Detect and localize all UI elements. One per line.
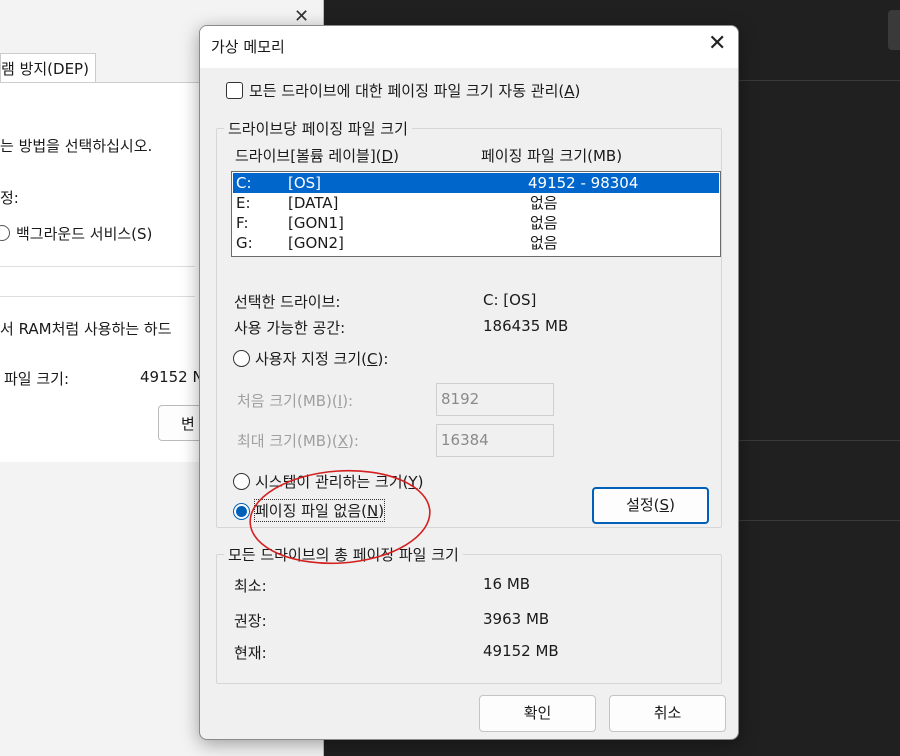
tab-dep[interactable]: 램 방지(DEP): [0, 53, 96, 83]
list-item[interactable]: E: [DATA] 없음: [233, 193, 719, 213]
divider: [730, 520, 900, 521]
cancel-button[interactable]: 취소: [609, 695, 726, 732]
list-item[interactable]: C: [OS] 49152 - 98304: [233, 173, 719, 193]
free-space-label: 사용 가능한 공간:: [234, 319, 346, 337]
max-size-input[interactable]: 16384: [436, 424, 554, 457]
background-panel-edge: [888, 10, 900, 50]
column-header-size: 페이징 파일 크기(MB): [481, 147, 623, 165]
paging-file-size-value: 49152 N: [140, 368, 204, 386]
currently-allocated-label: 현재:: [234, 644, 267, 662]
free-space-value: 186435 MB: [483, 317, 569, 335]
total-paging-group: [216, 554, 722, 684]
list-item[interactable]: G: [GON2] 없음: [233, 233, 719, 253]
auto-manage-checkbox[interactable]: [226, 82, 243, 99]
ok-button[interactable]: 확인: [479, 695, 596, 732]
dialog-title: 가상 메모리: [211, 38, 285, 56]
divider: [730, 440, 900, 441]
list-item[interactable]: F: [GON1] 없음: [233, 213, 719, 233]
divider: [0, 296, 195, 297]
custom-size-label[interactable]: 사용자 지정 크기(C):: [255, 348, 388, 369]
custom-size-radio[interactable]: [233, 350, 250, 367]
drive-list[interactable]: C: [OS] 49152 - 98304 E: [DATA] 없음 F: [G…: [231, 171, 721, 257]
divider: [730, 80, 900, 81]
close-icon[interactable]: ✕: [294, 6, 309, 27]
initial-size-label: 처음 크기(MB)(I):: [237, 392, 354, 410]
close-icon[interactable]: ✕: [708, 33, 726, 55]
minimum-value: 16 MB: [483, 575, 531, 593]
max-size-label: 최대 크기(MB)(X):: [237, 432, 359, 450]
paging-file-size-label: 파일 크기:: [4, 370, 70, 388]
selected-drive-label: 선택한 드라이브:: [234, 293, 341, 311]
minimum-label: 최소:: [234, 577, 267, 595]
per-drive-group-title: 드라이브당 페이징 파일 크기: [224, 118, 412, 139]
set-button[interactable]: 설정(S): [592, 487, 709, 524]
currently-allocated-value: 49152 MB: [483, 642, 559, 660]
virtual-memory-dialog: 가상 메모리 ✕ 모든 드라이브에 대한 페이징 파일 크기 자동 관리(A) …: [199, 25, 739, 740]
highlight-annotation: [249, 469, 431, 565]
recommended-value: 3963 MB: [483, 610, 550, 628]
initial-size-input[interactable]: 8192: [436, 383, 554, 416]
title-bar: 가상 메모리 ✕: [200, 26, 738, 68]
recommended-label: 권장:: [234, 612, 267, 630]
divider: [0, 266, 195, 267]
adjust-label: 정:: [0, 189, 19, 207]
background-services-label: 백그라운드 서비스(S): [16, 225, 153, 243]
processor-scheduling-text: 는 방법을 선택하십시오.: [0, 137, 153, 155]
column-header-drive: 드라이브[볼륨 레이블](D): [235, 147, 399, 165]
auto-manage-label[interactable]: 모든 드라이브에 대한 페이징 파일 크기 자동 관리(A): [249, 80, 580, 101]
virtual-memory-description: 서 RAM처럼 사용하는 하드: [0, 320, 172, 338]
selected-drive-value: C: [OS]: [483, 291, 537, 309]
